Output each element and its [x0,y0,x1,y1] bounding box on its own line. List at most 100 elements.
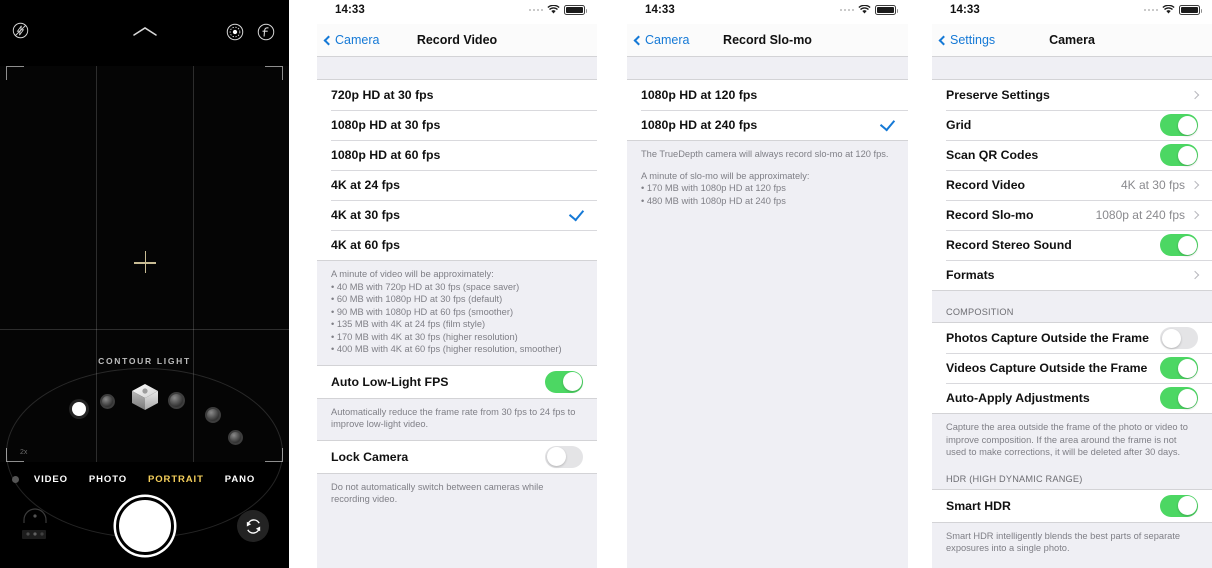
option-label: 1080p HD at 120 fps [641,88,758,102]
top-spacer [932,57,1212,79]
lighting-option-2[interactable] [168,392,185,409]
mode-photo[interactable]: PHOTO [89,474,127,485]
row-photos-capture-outside[interactable]: Photos Capture Outside the Frame [932,323,1212,353]
flash-off-icon[interactable] [12,22,29,44]
frame-corner-top-right [265,66,283,80]
signal-dots-icon [1143,8,1158,12]
composition-group: Photos Capture Outside the Frame Videos … [932,322,1212,414]
lighting-option-4[interactable] [228,430,243,445]
option-row[interactable]: 4K at 24 fps [317,170,597,200]
option-row[interactable]: 4K at 60 fps [317,230,597,260]
photo-library-thumbnail[interactable] [16,504,54,544]
row-label: Record Stereo Sound [946,238,1072,252]
portrait-lighting-cube-icon [128,380,162,414]
mode-portrait[interactable]: PORTRAIT [148,474,204,485]
auto-low-light-footnote: Automatically reduce the frame rate from… [317,398,597,440]
auto-low-light-label: Auto Low-Light FPS [331,374,449,389]
chevron-left-icon [938,35,949,45]
screenshot-root: CONTOUR LIGHT 2x VIDEO PHOTO PORTRAIT PA… [0,0,1212,568]
footnote-bullet: • 170 MB with 4K at 30 fps (higher resol… [331,331,518,342]
photos-capture-outside-toggle[interactable] [1160,327,1198,349]
row-record-stereo-sound[interactable]: Record Stereo Sound [932,230,1212,260]
row-grid[interactable]: Grid [932,110,1212,140]
row-value: 1080p at 240 fps [1095,208,1185,222]
row-formats[interactable]: Formats [932,260,1212,290]
status-indicators [528,5,587,15]
top-spacer [627,57,908,79]
footnote-intro: A minute of video will be approximately: [331,269,494,279]
portrait-lighting-selector[interactable]: CONTOUR LIGHT 2x [0,350,289,538]
hdr-group: Smart HDR [932,488,1212,523]
row-preserve-settings[interactable]: Preserve Settings [932,80,1212,110]
option-label: 4K at 30 fps [331,208,401,222]
live-photo-icon[interactable] [226,23,244,46]
chevron-right-icon [1190,180,1200,190]
lighting-option-3[interactable] [205,407,221,423]
videos-capture-outside-toggle[interactable] [1160,357,1198,379]
grid-toggle[interactable] [1160,114,1198,136]
mode-pano[interactable]: PANO [225,474,255,485]
chevron-right-icon [1190,270,1200,280]
f-stop-filters-icon[interactable] [257,23,275,46]
row-record-slomo[interactable]: Record Slo-mo 1080p at 240 fps [932,200,1212,230]
settings-scroll[interactable]: 720p HD at 30 fps 1080p HD at 30 fps 108… [317,57,597,568]
chevron-up-icon[interactable] [132,24,158,42]
scan-qr-toggle[interactable] [1160,144,1198,166]
row-scan-qr-codes[interactable]: Scan QR Codes [932,140,1212,170]
option-row[interactable]: 720p HD at 30 fps [317,80,597,110]
lock-camera-toggle[interactable] [545,445,583,468]
row-label: Preserve Settings [946,88,1050,102]
footnote-bullet: • 480 MB with 1080p HD at 240 fps [641,195,786,206]
flip-camera-icon[interactable] [237,510,269,542]
lighting-option-1[interactable] [100,394,115,409]
settings-scroll[interactable]: 1080p HD at 120 fps 1080p HD at 240 fps … [627,57,908,568]
camera-app-panel: CONTOUR LIGHT 2x VIDEO PHOTO PORTRAIT PA… [0,0,289,568]
checkmark-icon [879,115,896,132]
panel-gap-1 [289,0,317,568]
footnote-bullet: • 400 MB with 4K at 60 fps (higher resol… [331,344,562,355]
battery-icon [564,5,587,15]
option-label: 1080p HD at 240 fps [641,118,758,132]
option-row[interactable]: 1080p HD at 30 fps [317,110,597,140]
wifi-icon [547,5,560,14]
record-slomo-panel: 14:33 Camera Record Slo-mo 1080p HD at 1… [627,0,908,568]
option-row[interactable]: 1080p HD at 120 fps [627,80,908,110]
auto-low-light-toggle[interactable] [545,370,583,393]
wifi-icon [1162,5,1175,14]
zoom-tag[interactable]: 2x [20,449,27,456]
smart-hdr-toggle[interactable] [1160,494,1198,517]
row-auto-apply-adjustments[interactable]: Auto-Apply Adjustments [932,383,1212,413]
option-label: 4K at 24 fps [331,178,401,192]
row-label: Formats [946,268,995,282]
option-row-selected[interactable]: 4K at 30 fps [317,200,597,230]
lock-camera-label: Lock Camera [331,449,409,464]
nav-bar: Settings Camera [932,24,1212,57]
chevron-right-icon [1190,90,1200,100]
signal-dots-icon [839,8,854,12]
panel-gap-3 [908,0,932,568]
back-button-camera[interactable]: Camera [323,33,379,47]
back-button-settings[interactable]: Settings [938,33,995,47]
auto-low-light-group: Auto Low-Light FPS [317,364,597,399]
video-size-footnote: A minute of video will be approximately:… [317,261,597,365]
chevron-left-icon [633,35,644,45]
option-row-selected[interactable]: 1080p HD at 240 fps [627,110,908,140]
row-record-video[interactable]: Record Video 4K at 30 fps [932,170,1212,200]
row-label: Videos Capture Outside the Frame [946,361,1148,375]
lock-camera-row[interactable]: Lock Camera [317,440,597,473]
focus-crosshair-icon[interactable] [133,251,156,273]
camera-mode-selector[interactable]: VIDEO PHOTO PORTRAIT PANO [0,468,289,490]
row-smart-hdr[interactable]: Smart HDR [932,489,1212,522]
shutter-button[interactable] [115,497,174,555]
stereo-sound-toggle[interactable] [1160,234,1198,256]
back-label: Camera [645,33,690,47]
option-row[interactable]: 1080p HD at 60 fps [317,140,597,170]
wifi-icon [858,5,871,14]
row-videos-capture-outside[interactable]: Videos Capture Outside the Frame [932,353,1212,383]
auto-apply-adjustments-toggle[interactable] [1160,387,1198,409]
auto-low-light-row[interactable]: Auto Low-Light FPS [317,365,597,398]
settings-scroll[interactable]: Preserve Settings Grid Scan QR Codes Rec… [932,57,1212,568]
back-button-camera[interactable]: Camera [633,33,690,47]
row-label: Grid [946,118,972,132]
mode-video[interactable]: VIDEO [34,474,68,485]
